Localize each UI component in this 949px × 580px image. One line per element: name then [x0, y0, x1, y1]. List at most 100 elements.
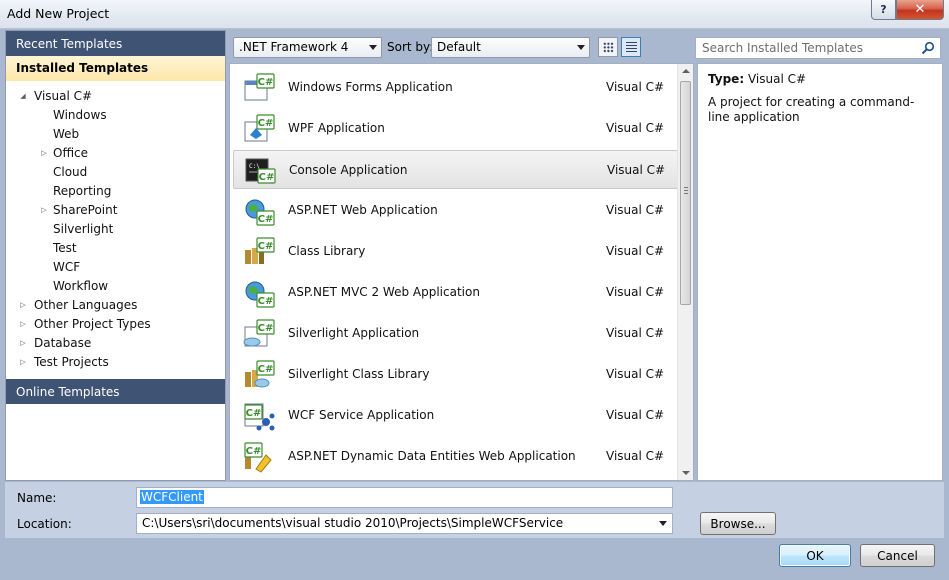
- scroll-down-icon[interactable]: [682, 471, 690, 475]
- template-name: WPF Application: [288, 121, 385, 135]
- tree-item[interactable]: Reporting: [6, 181, 225, 200]
- name-value: WCFClient: [140, 490, 204, 504]
- tree-item-label: Workflow: [53, 278, 109, 293]
- location-label: Location:: [17, 517, 72, 531]
- framework-dropdown[interactable]: .NET Framework 4: [233, 37, 382, 58]
- tree-item[interactable]: ▷ Other Project Types: [6, 314, 225, 333]
- tree-item[interactable]: ▷ Office: [6, 143, 225, 162]
- expanded-arrow-icon[interactable]: ◢: [18, 92, 28, 100]
- list-view-button[interactable]: [621, 37, 641, 57]
- tree-item[interactable]: WCF: [6, 257, 225, 276]
- template-name: Class Library: [288, 244, 366, 258]
- tree-item-label: SharePoint: [53, 202, 118, 217]
- online-templates-header[interactable]: Online Templates: [6, 379, 225, 404]
- tree-item[interactable]: ▷ Database: [6, 333, 225, 352]
- template-language: Visual C#: [606, 408, 665, 422]
- template-language: Visual C#: [607, 163, 666, 177]
- grid-view-icon: [603, 42, 614, 53]
- installed-templates-header[interactable]: Installed Templates: [6, 56, 225, 81]
- framework-value: .NET Framework 4: [239, 40, 349, 54]
- template-row[interactable]: C# ASP.NET Web Application Visual C#: [233, 191, 678, 230]
- template-list: C# Windows Forms Application Visual C# C# W…: [229, 63, 694, 481]
- template-row[interactable]: C# Silverlight Application Visual C#: [233, 314, 678, 353]
- template-row[interactable]: C# ASP.NET MVC 2 Web Application Visual C#: [233, 273, 678, 312]
- template-row[interactable]: C# Class Library Visual C#: [233, 232, 678, 271]
- template-name: Windows Forms Application: [288, 80, 453, 94]
- sort-dropdown[interactable]: Default: [431, 37, 590, 58]
- svg-text:C#: C#: [258, 323, 274, 334]
- template-language: Visual C#: [606, 449, 665, 463]
- search-icon[interactable]: [921, 41, 935, 55]
- svg-text:C#: C#: [258, 77, 274, 88]
- tree-item-label: Silverlight: [53, 221, 114, 236]
- template-row[interactable]: C# Silverlight Class Library Visual C#: [233, 355, 678, 394]
- help-icon: ?: [880, 3, 887, 16]
- template-row[interactable]: C# WCF Service Application Visual C#: [233, 396, 678, 435]
- template-row[interactable]: C# ASP.NET Dynamic Data Entities Web Appl…: [233, 437, 678, 476]
- collapsed-arrow-icon[interactable]: ▷: [18, 320, 28, 328]
- tree-item-label: Office: [53, 145, 89, 160]
- type-label: Type:: [708, 72, 745, 86]
- collapsed-arrow-icon[interactable]: ▷: [39, 149, 49, 157]
- chevron-down-icon: [369, 45, 377, 50]
- list-view-icon: [626, 42, 637, 53]
- svg-text:C#: C#: [258, 241, 274, 252]
- help-button[interactable]: ?: [871, 0, 896, 20]
- template-name: WCF Service Application: [288, 408, 435, 422]
- tree-item[interactable]: ◢ Visual C#: [6, 86, 225, 105]
- silverlight-icon: C#: [242, 318, 276, 350]
- browse-button[interactable]: Browse...: [700, 512, 776, 535]
- tree-item[interactable]: ▷ SharePoint: [6, 200, 225, 219]
- tree-item[interactable]: ▷ Other Languages: [6, 295, 225, 314]
- close-button[interactable]: ✕: [896, 0, 944, 20]
- name-input[interactable]: WCFClient: [136, 487, 673, 508]
- recent-templates-header[interactable]: Recent Templates: [6, 31, 225, 56]
- type-line: Type: Visual C#: [708, 72, 806, 86]
- tree-item[interactable]: Web: [6, 124, 225, 143]
- svg-text:C#: C#: [259, 172, 275, 183]
- template-row[interactable]: C# Windows Forms Application Visual C#: [233, 68, 678, 107]
- search-input[interactable]: [696, 38, 906, 58]
- chevron-down-icon[interactable]: [659, 521, 667, 526]
- tree-item-label: WCF: [53, 259, 81, 274]
- sort-value: Default: [437, 40, 481, 54]
- template-name: ASP.NET Web Application: [288, 203, 438, 217]
- collapsed-arrow-icon[interactable]: ▷: [18, 339, 28, 347]
- close-icon: ✕: [914, 2, 926, 17]
- tree-item[interactable]: Silverlight: [6, 219, 225, 238]
- template-language: Visual C#: [606, 285, 665, 299]
- template-name: Silverlight Class Library: [288, 367, 430, 381]
- template-language: Visual C#: [606, 80, 665, 94]
- template-row[interactable]: C:\ C# Console Application Visual C#: [233, 150, 678, 189]
- template-list-scrollbar[interactable]: [677, 64, 693, 480]
- collapsed-arrow-icon[interactable]: ▷: [18, 358, 28, 366]
- svg-text:C#: C#: [258, 364, 274, 375]
- description-text: A project for creating a command-line ap…: [708, 95, 915, 124]
- tree-item[interactable]: Cloud: [6, 162, 225, 181]
- window-title: Add New Project: [7, 6, 110, 21]
- collapsed-arrow-icon[interactable]: ▷: [39, 206, 49, 214]
- tree-item[interactable]: ▷ Test Projects: [6, 352, 225, 371]
- title-bar: Add New Project ? ✕: [0, 0, 949, 29]
- type-value: Visual C#: [747, 72, 807, 86]
- template-row[interactable]: C# WPF Application Visual C#: [233, 109, 678, 148]
- sort-by-label: Sort by:: [387, 40, 434, 54]
- dynamic-data-icon: C#: [242, 441, 276, 473]
- tree-item[interactable]: Test: [6, 238, 225, 257]
- location-combobox[interactable]: C:\Users\sri\documents\visual studio 201…: [136, 513, 673, 534]
- scroll-thumb[interactable]: [680, 81, 691, 305]
- wpf-icon: C#: [242, 113, 276, 145]
- grip-icon: [684, 187, 688, 194]
- description-pane: Type: Visual C# A project for creating a…: [697, 63, 943, 481]
- ok-button[interactable]: OK: [779, 544, 851, 567]
- small-icons-view-button[interactable]: [598, 37, 618, 57]
- scroll-up-icon[interactable]: [682, 69, 690, 73]
- windows-forms-icon: C#: [242, 72, 276, 104]
- svg-text:C#: C#: [258, 118, 274, 129]
- template-language: Visual C#: [606, 244, 665, 258]
- tree-item[interactable]: Workflow: [6, 276, 225, 295]
- tree-item[interactable]: Windows: [6, 105, 225, 124]
- template-name: ASP.NET MVC 2 Web Application: [288, 285, 480, 299]
- collapsed-arrow-icon[interactable]: ▷: [18, 301, 28, 309]
- cancel-button[interactable]: Cancel: [860, 544, 935, 567]
